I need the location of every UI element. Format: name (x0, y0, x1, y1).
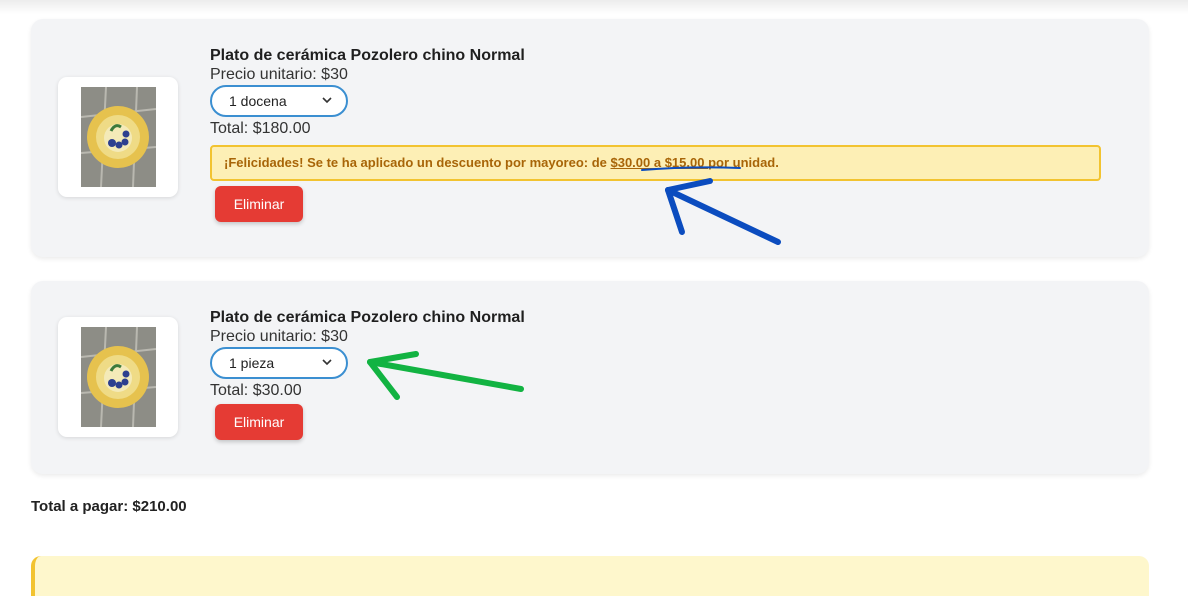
quantity-select-value: 1 pieza (229, 355, 275, 371)
product-image (81, 87, 156, 187)
discount-text: ¡Felicidades! Se te ha aplicado un descu… (224, 155, 611, 170)
discount-range: $30.00 a $15.00 (610, 155, 709, 170)
item-total: Total: $30.00 (210, 382, 302, 399)
cart-item: Plato de cerámica Pozolero chino Normal … (31, 19, 1149, 257)
product-name: Plato de cerámica Pozolero chino Normal (210, 47, 525, 64)
unit-price: Precio unitario: $30 (210, 328, 348, 345)
discount-banner: ¡Felicidades! Se te ha aplicado un descu… (210, 145, 1101, 181)
product-thumbnail[interactable] (58, 77, 178, 197)
unit-price: Precio unitario: $30 (210, 66, 348, 83)
notice-panel (31, 556, 1149, 596)
quantity-select[interactable]: 1 pieza (210, 347, 348, 379)
chevron-down-icon (322, 97, 332, 104)
product-thumbnail[interactable] (58, 317, 178, 437)
remove-button[interactable]: Eliminar (215, 404, 303, 440)
quantity-select-value: 1 docena (229, 93, 287, 109)
quantity-select[interactable]: 1 docena (210, 85, 348, 117)
discount-suffix: por unidad. (708, 155, 779, 170)
header-shadow (0, 0, 1188, 14)
cart-item: Plato de cerámica Pozolero chino Normal … (31, 281, 1149, 474)
product-image (81, 327, 156, 427)
item-total: Total: $180.00 (210, 120, 311, 137)
grand-total: Total a pagar: $210.00 (31, 498, 187, 515)
product-name: Plato de cerámica Pozolero chino Normal (210, 309, 525, 326)
chevron-down-icon (322, 359, 332, 366)
remove-button[interactable]: Eliminar (215, 186, 303, 222)
